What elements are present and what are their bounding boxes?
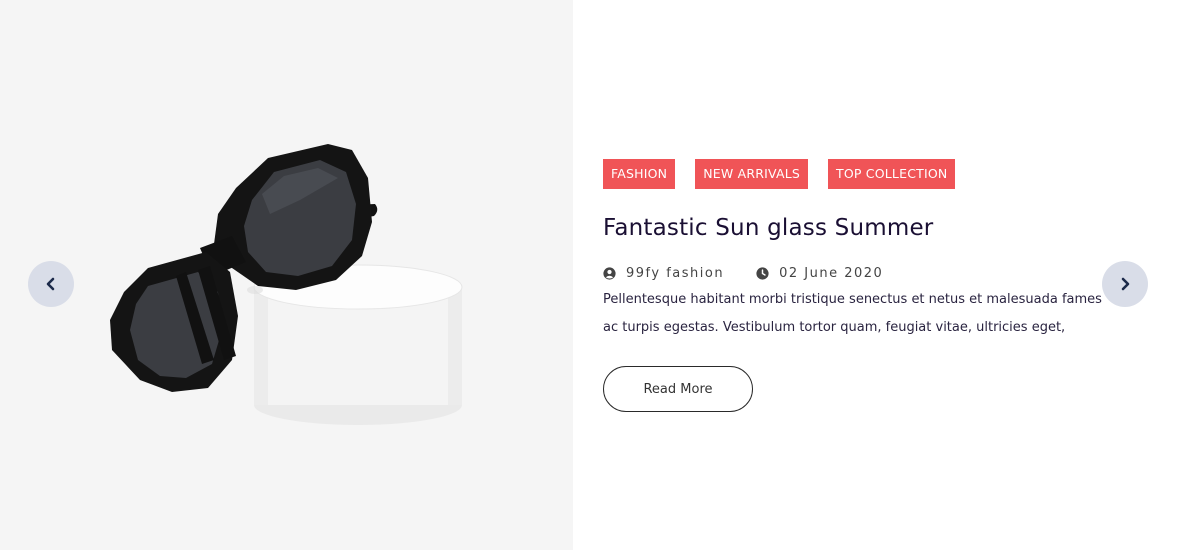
user-circle-icon (603, 266, 616, 280)
chevron-right-icon (1121, 277, 1130, 291)
post-excerpt: Pellentesque habitant morbi tristique se… (603, 292, 1102, 335)
product-image-panel (0, 0, 573, 550)
category-tags: FASHION NEW ARRIVALS TOP COLLECTION (603, 159, 1113, 189)
previous-slide-button[interactable] (28, 261, 74, 307)
post-date: 02 June 2020 (756, 266, 883, 281)
read-more-button[interactable]: Read More (603, 366, 753, 412)
post-author: 99fy fashion (603, 266, 724, 281)
clock-icon (756, 266, 769, 280)
next-slide-button[interactable] (1102, 261, 1148, 307)
slide-content: FASHION NEW ARRIVALS TOP COLLECTION Fant… (603, 159, 1113, 412)
tag-fashion[interactable]: FASHION (603, 159, 676, 189)
author-name[interactable]: 99fy fashion (626, 266, 724, 281)
tag-top-collection[interactable]: TOP COLLECTION (828, 159, 956, 189)
post-date-text: 02 June 2020 (779, 265, 884, 281)
chevron-left-icon (46, 277, 55, 291)
tag-new-arrivals[interactable]: NEW ARRIVALS (695, 159, 809, 189)
post-title[interactable]: Fantastic Sun glass Summer (603, 213, 1113, 243)
blog-slider: FASHION NEW ARRIVALS TOP COLLECTION Fant… (0, 0, 1177, 550)
sunglasses-on-pedestal-image[interactable] (0, 0, 573, 550)
post-meta: 99fy fashion 02 June 2020 (603, 263, 1113, 283)
